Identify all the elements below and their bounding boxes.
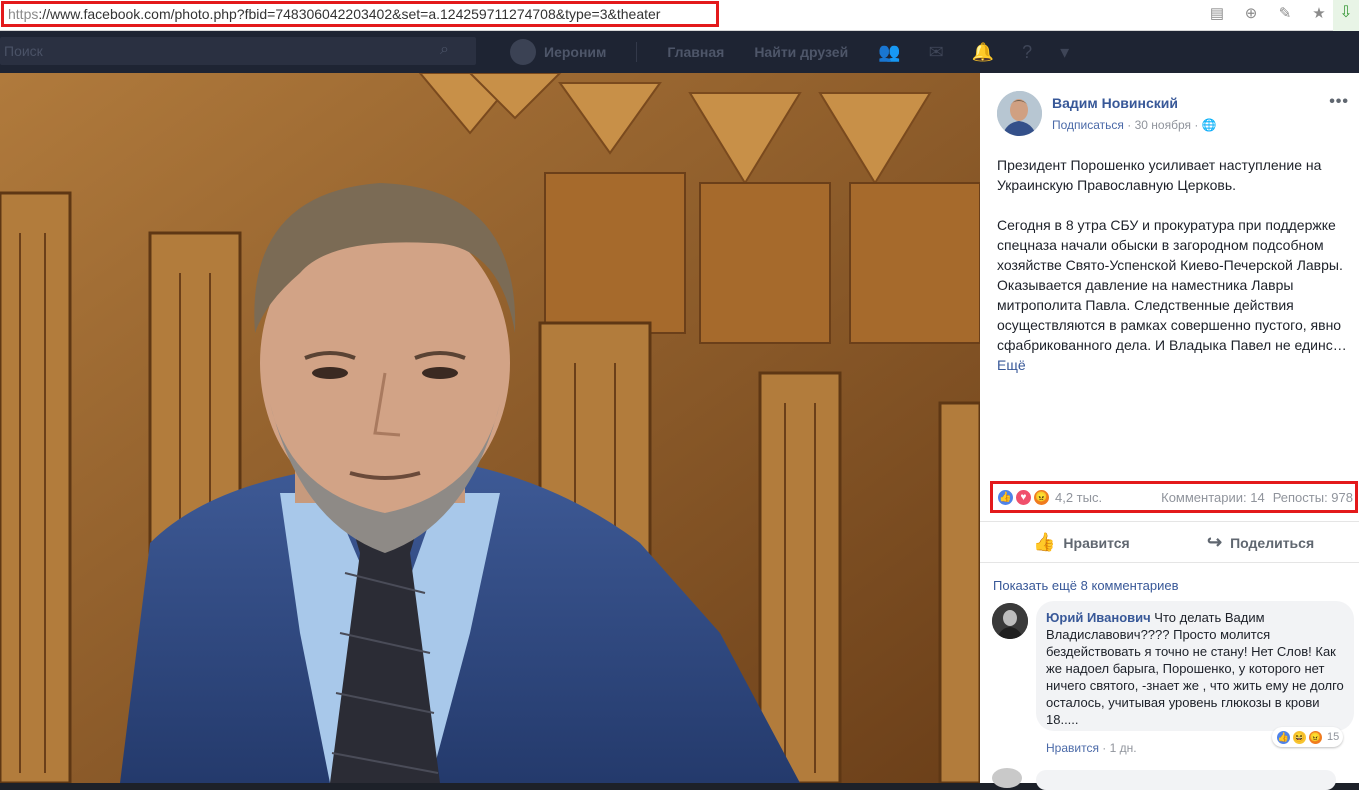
page-avatar[interactable]: [997, 91, 1042, 136]
nav-divider: [636, 42, 638, 62]
next-commenter-avatar[interactable]: [992, 768, 1022, 788]
comment-reactions[interactable]: 👍 😆 😠 15: [1272, 727, 1344, 747]
share-arrow-icon: ↪: [1207, 532, 1223, 552]
like-button-label: Нравится: [1063, 534, 1130, 551]
post-author-name[interactable]: Вадим Новинский: [1052, 95, 1178, 111]
post-paragraph-1: Президент Порошенко усиливает наступлени…: [997, 157, 1322, 193]
share-button[interactable]: ↪ Поделиться: [1207, 532, 1314, 553]
meta-dot: ·: [1127, 118, 1135, 132]
photo-image: [0, 73, 980, 783]
angry-reaction-icon: 😠: [1308, 729, 1323, 745]
post-meta: Подписаться · 30 ноября · 🌐: [1052, 118, 1217, 132]
post-actions: 👍 Нравится ↪ Поделиться: [980, 521, 1359, 563]
angry-reaction-icon[interactable]: 😠: [1033, 488, 1050, 506]
next-comment-bubble: [1036, 770, 1336, 790]
post-paragraph-2-text: Сегодня в 8 утра СБУ и прокуратура при п…: [997, 217, 1347, 353]
post-date[interactable]: 30 ноября: [1135, 118, 1191, 132]
comment-reaction-count: 15: [1327, 731, 1340, 743]
messages-icon[interactable]: ✉: [929, 42, 944, 63]
thumbs-up-icon: 👍: [1033, 532, 1056, 552]
love-reaction-icon[interactable]: ♥: [1015, 488, 1032, 506]
globe-icon: 🌐: [1201, 118, 1217, 132]
comment-text: Что делать Вадим Владиславович???? Прост…: [1046, 610, 1344, 727]
post-header: Вадим Новинский Подписаться · 30 ноября …: [997, 91, 1357, 141]
footer-dot: ·: [1102, 741, 1110, 755]
chevron-down-icon[interactable]: ▾: [1060, 42, 1069, 63]
top-nav: Иероним Главная Найти друзей 👥 ✉ 🔔 ? ▾: [510, 37, 1097, 67]
comment-share-stats: Комментарии: 14 Репосты: 978: [1161, 490, 1355, 505]
address-bar-icons: ▤ ⊕ ✎ ★: [1207, 3, 1329, 25]
haha-reaction-icon: 😆: [1292, 729, 1307, 745]
browser-address-bar: https://www.facebook.com/photo.php?fbid=…: [0, 0, 1359, 31]
notifications-icon[interactable]: 🔔: [972, 42, 994, 63]
post-text: Президент Порошенко усиливает наступлени…: [997, 155, 1357, 395]
nav-find-friends[interactable]: Найти друзей: [754, 44, 848, 60]
see-more-link[interactable]: Ещё: [997, 357, 1026, 373]
url-field[interactable]: https://www.facebook.com/photo.php?fbid=…: [1, 1, 719, 27]
subscribe-link[interactable]: Подписаться: [1052, 118, 1124, 132]
pin-icon[interactable]: ✎: [1275, 3, 1295, 25]
post-side-panel: Вадим Новинский Подписаться · 30 ноября …: [980, 73, 1359, 790]
share-button-label: Поделиться: [1230, 534, 1315, 551]
meta-dot: ·: [1194, 118, 1202, 132]
nav-home[interactable]: Главная: [667, 44, 724, 60]
shares-count[interactable]: Репосты: 978: [1273, 490, 1353, 505]
download-icon[interactable]: ⇩: [1333, 0, 1359, 31]
comment-footer: Нравится · 1 дн.: [1046, 741, 1137, 755]
search-zoom-icon[interactable]: ⊕: [1241, 3, 1261, 25]
show-more-comments-link[interactable]: Показать ещё 8 комментариев: [993, 578, 1179, 593]
commenter-avatar[interactable]: [992, 603, 1028, 639]
reactions-summary: 👍 ♥ 😠 4,2 тыс. Комментарии: 14 Репосты: 9…: [990, 481, 1358, 513]
comment-bubble: Юрий Иванович Что делать Вадим Владислав…: [1036, 601, 1354, 731]
theater-photo[interactable]: [0, 73, 980, 783]
comments-count[interactable]: Комментарии: 14: [1161, 490, 1265, 505]
friend-requests-icon[interactable]: 👥: [878, 42, 900, 63]
search-input[interactable]: Поиск: [0, 37, 476, 65]
comment-like-link[interactable]: Нравится: [1046, 741, 1099, 755]
like-reaction-icon[interactable]: 👍: [997, 488, 1014, 506]
search-icon[interactable]: ⌕: [440, 41, 449, 59]
like-reaction-icon: 👍: [1276, 729, 1291, 745]
comment-time[interactable]: 1 дн.: [1110, 741, 1137, 755]
reactions-count[interactable]: 4,2 тыс.: [1055, 490, 1102, 505]
star-icon[interactable]: ★: [1309, 3, 1329, 25]
like-button[interactable]: 👍 Нравится: [1033, 532, 1130, 553]
url-text: ://www.facebook.com/photo.php?fbid=74830…: [38, 6, 661, 22]
comment-author[interactable]: Юрий Иванович: [1046, 610, 1151, 625]
help-icon[interactable]: ?: [1022, 42, 1032, 63]
facebook-top-bar: Поиск ⌕ Иероним Главная Найти друзей 👥 ✉…: [0, 31, 1359, 73]
post-paragraph-2: Сегодня в 8 утра СБУ и прокуратура при п…: [997, 215, 1357, 375]
user-avatar[interactable]: [510, 39, 536, 65]
url-protocol: https: [8, 6, 39, 22]
more-options-icon[interactable]: •••: [1329, 93, 1349, 111]
nav-user-name[interactable]: Иероним: [544, 44, 606, 60]
reader-icon[interactable]: ▤: [1207, 3, 1227, 25]
